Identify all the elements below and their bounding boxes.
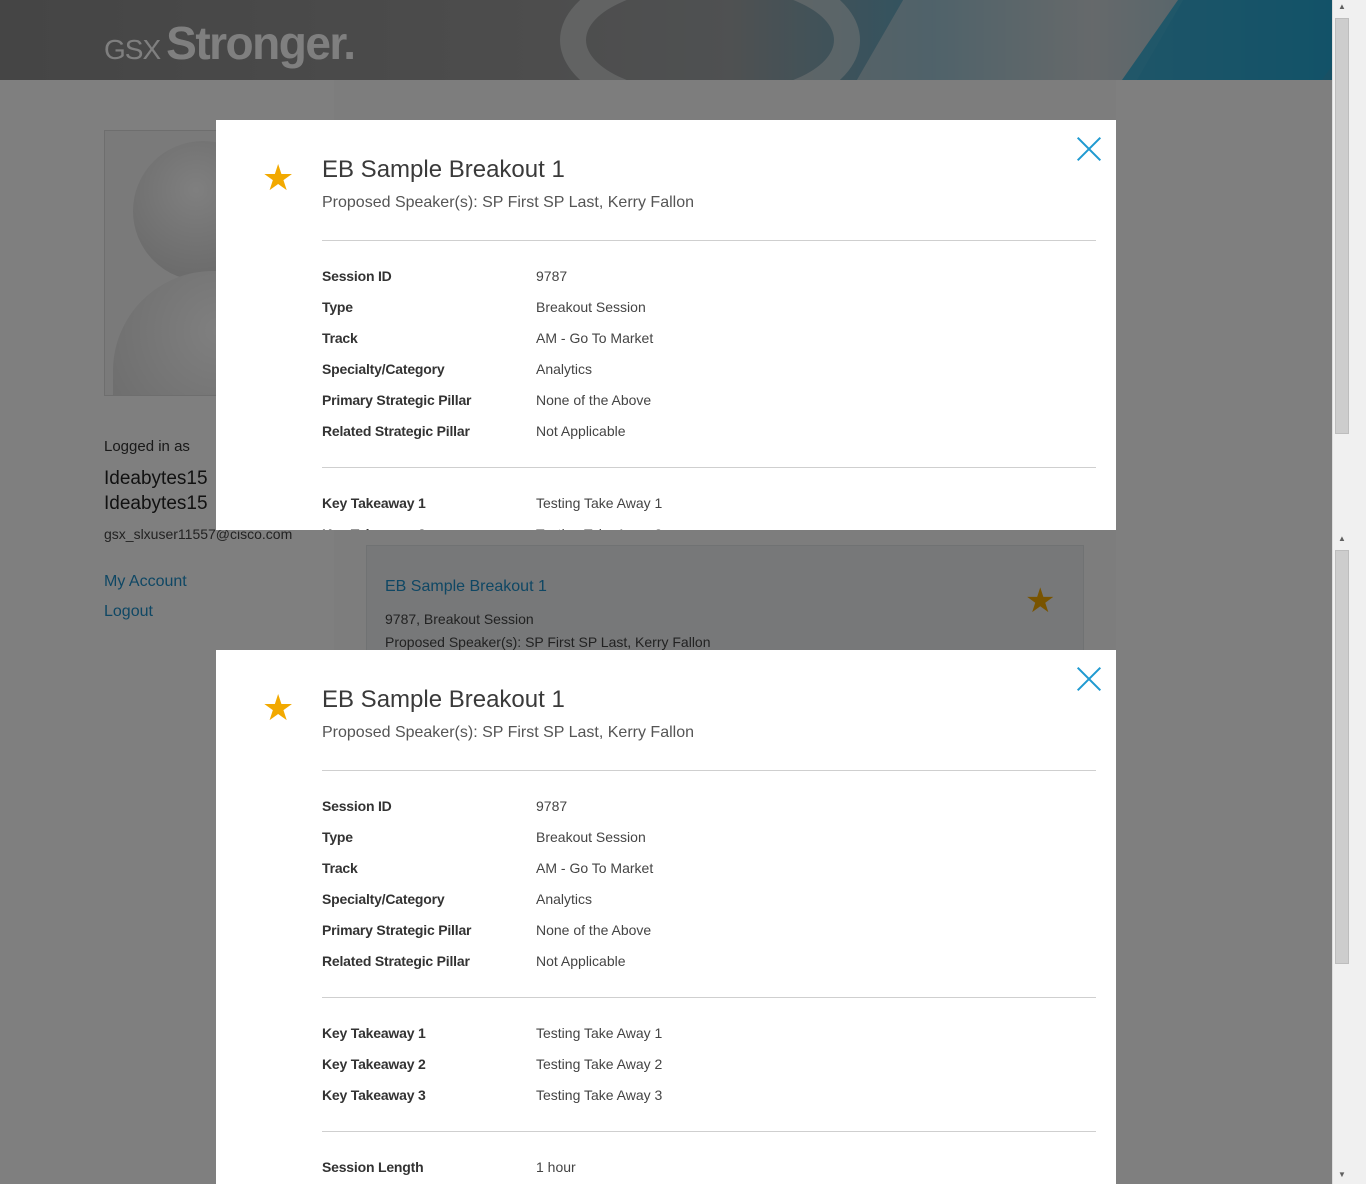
detail-value: Analytics [536, 361, 593, 377]
session-detail-modal: ★ EB Sample Breakout 1 Proposed Speaker(… [216, 650, 1116, 1184]
scroll-up-arrow-icon[interactable]: ▲ [1336, 2, 1348, 12]
takeaway-value: Testing Take Away 2 [536, 526, 662, 530]
modal-speakers: Proposed Speaker(s): SP First SP Last, K… [322, 194, 695, 211]
session-length-row: Session Length 1 hour [322, 1159, 1096, 1181]
detail-label: Session ID [322, 798, 392, 814]
detail-label: Specialty/Category [322, 361, 445, 377]
takeaway-value: Testing Take Away 1 [536, 495, 663, 511]
divider [322, 240, 1096, 241]
scrollbar-bottom[interactable]: ▲ ▼ [1332, 530, 1366, 1184]
detail-value: 9787 [536, 798, 568, 814]
detail-value: None of the Above [536, 392, 652, 408]
takeaway-value: Testing Take Away 1 [536, 1025, 663, 1041]
takeaway-label: Key Takeaway 2 [322, 526, 426, 530]
detail-value: Breakout Session [536, 299, 646, 315]
detail-row: Specialty/Category Analytics [322, 891, 1096, 913]
takeaway-value: Testing Take Away 3 [536, 1087, 663, 1103]
detail-row: Session ID 9787 [322, 268, 1096, 290]
detail-value: AM - Go To Market [536, 330, 654, 346]
divider [322, 467, 1096, 468]
scroll-up-arrow-icon[interactable]: ▲ [1336, 534, 1348, 544]
detail-label: Related Strategic Pillar [322, 953, 470, 969]
takeaway-value: Testing Take Away 2 [536, 1056, 663, 1072]
detail-row: Session ID 9787 [322, 798, 1096, 820]
detail-label: Track [322, 860, 358, 876]
detail-label: Type [322, 299, 353, 315]
takeaway-label: Key Takeaway 1 [322, 1025, 426, 1041]
scrollbar-top[interactable]: ▲ [1332, 0, 1366, 540]
modal-speakers: Proposed Speaker(s): SP First SP Last, K… [322, 724, 695, 741]
favorite-star-icon[interactable]: ★ [262, 160, 294, 196]
detail-value: 9787 [536, 268, 568, 284]
detail-row: Primary Strategic Pillar None of the Abov… [322, 392, 1096, 414]
detail-value: None of the Above [536, 922, 652, 938]
detail-row: Type Breakout Session [322, 829, 1096, 851]
detail-row: Track AM - Go To Market [322, 860, 1096, 882]
divider [322, 997, 1096, 998]
detail-value: Not Applicable [536, 423, 626, 439]
detail-row: Specialty/Category Analytics [322, 361, 1096, 383]
divider [322, 770, 1096, 771]
detail-label: Specialty/Category [322, 891, 445, 907]
takeaway-row: Key Takeaway 2 Testing Take Away 2 [322, 526, 1096, 530]
detail-label: Track [322, 330, 358, 346]
takeaway-label: Key Takeaway 3 [322, 1087, 426, 1103]
scrollbar-thumb[interactable] [1335, 18, 1349, 434]
session-length-label: Session Length [322, 1159, 424, 1175]
scrollbar-thumb[interactable] [1335, 550, 1349, 964]
detail-value: Not Applicable [536, 953, 626, 969]
detail-value: Analytics [536, 891, 593, 907]
close-icon[interactable] [1076, 136, 1102, 162]
detail-row: Related Strategic Pillar Not Applicable [322, 423, 1096, 445]
detail-row: Primary Strategic Pillar None of the Abov… [322, 922, 1096, 944]
modal-title: EB Sample Breakout 1 [322, 156, 565, 183]
takeaway-row: Key Takeaway 3 Testing Take Away 3 [322, 1087, 1096, 1109]
detail-label: Related Strategic Pillar [322, 423, 470, 439]
detail-label: Primary Strategic Pillar [322, 392, 472, 408]
favorite-star-icon[interactable]: ★ [262, 690, 294, 726]
detail-label: Type [322, 829, 353, 845]
modal-title: EB Sample Breakout 1 [322, 686, 565, 713]
takeaway-label: Key Takeaway 2 [322, 1056, 426, 1072]
takeaway-row: Key Takeaway 2 Testing Take Away 2 [322, 1056, 1096, 1078]
takeaway-row: Key Takeaway 1 Testing Take Away 1 [322, 495, 1096, 517]
scroll-down-arrow-icon[interactable]: ▼ [1336, 1170, 1348, 1180]
detail-label: Primary Strategic Pillar [322, 922, 472, 938]
detail-label: Session ID [322, 268, 392, 284]
detail-value: AM - Go To Market [536, 860, 654, 876]
session-length-value: 1 hour [536, 1159, 576, 1175]
detail-row: Type Breakout Session [322, 299, 1096, 321]
detail-row: Related Strategic Pillar Not Applicable [322, 953, 1096, 975]
takeaway-row: Key Takeaway 1 Testing Take Away 1 [322, 1025, 1096, 1047]
detail-value: Breakout Session [536, 829, 646, 845]
detail-row: Track AM - Go To Market [322, 330, 1096, 352]
takeaway-label: Key Takeaway 1 [322, 495, 426, 511]
close-icon[interactable] [1076, 666, 1102, 692]
divider [322, 1131, 1096, 1132]
session-detail-modal: ★ EB Sample Breakout 1 Proposed Speaker(… [216, 120, 1116, 530]
